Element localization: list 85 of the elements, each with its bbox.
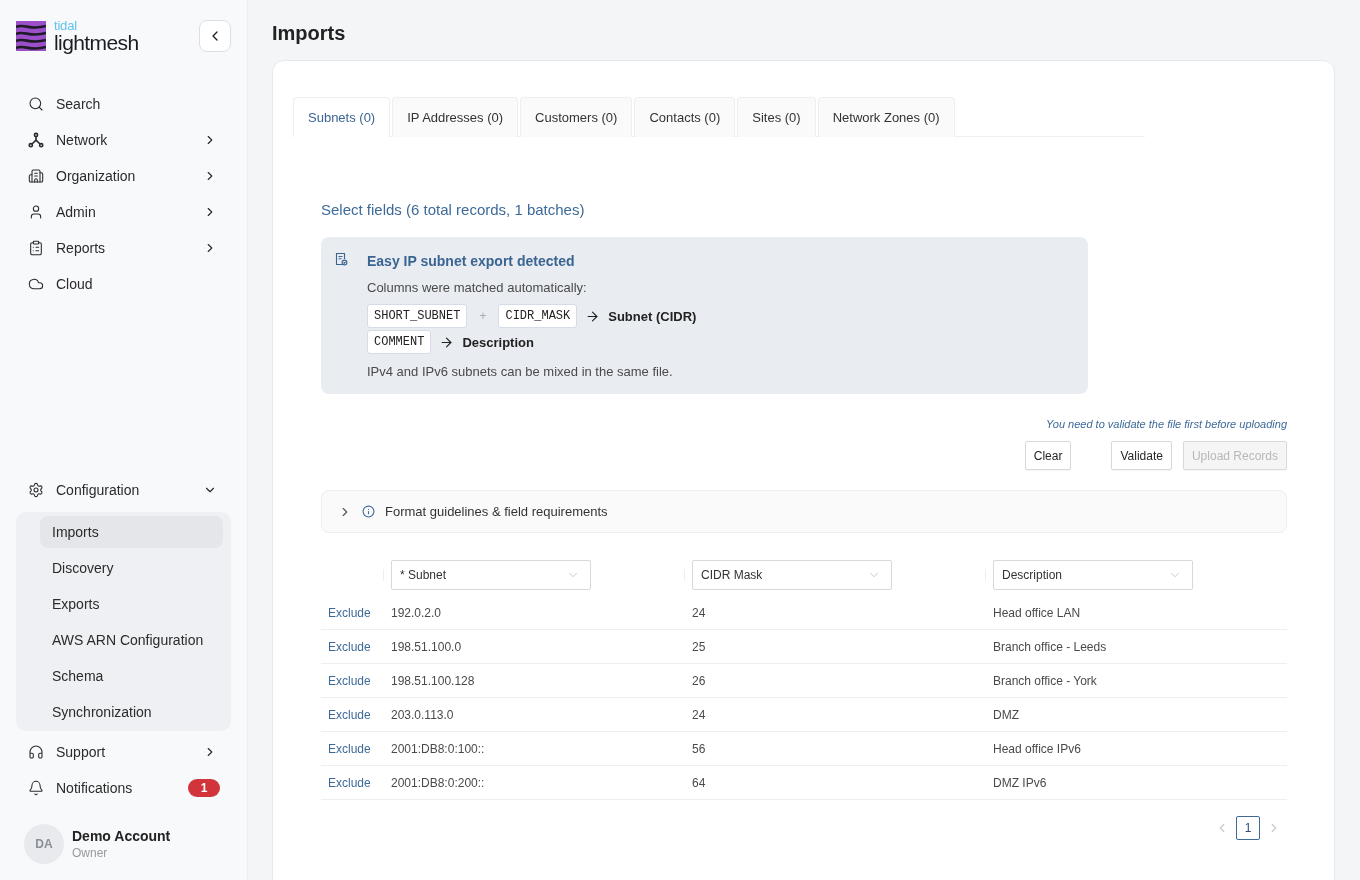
nav-item[interactable]: Organization	[16, 158, 231, 194]
table-cell-text: 198.51.100.0	[390, 639, 463, 654]
account-role: Owner	[72, 846, 109, 860]
action-button[interactable]: Clear	[1024, 441, 1072, 470]
exclude-link[interactable]: Exclude	[321, 605, 378, 620]
table-cell-text: Head office IPv6	[992, 741, 1082, 756]
notice-text: IPv4 and IPv6 subnets can be mixed in the same file.	[367, 364, 674, 380]
tab[interactable]: Subnets (0)	[293, 97, 391, 137]
page-title: Imports	[272, 21, 347, 46]
table-cell-text: 25	[691, 639, 707, 654]
table-cell-text: 24	[691, 707, 707, 722]
nav-item[interactable]: Reports	[16, 230, 231, 266]
column-select[interactable]: Description	[993, 560, 1193, 590]
column-code: SHORT_SUBNET	[367, 304, 468, 328]
table-cell-text: 2001:DB8:0:200::	[390, 775, 486, 790]
table-cell-text: DMZ	[992, 707, 1020, 722]
cloud-icon	[28, 276, 44, 292]
table-cell-text: 203.0.113.0	[390, 707, 455, 722]
notification-badge: 1	[188, 779, 220, 797]
mapping-target: Description	[462, 334, 534, 350]
nav-item[interactable]: Configuration	[16, 472, 231, 508]
settings-icon	[28, 482, 44, 498]
table-cell-text: Head office LAN	[992, 605, 1082, 620]
page-button[interactable]: 1	[1236, 816, 1260, 840]
table-cell-text: 64	[691, 775, 707, 790]
exclude-link[interactable]: Exclude	[321, 707, 378, 722]
table-cell-text: 198.51.100.128	[390, 673, 476, 688]
info-icon	[362, 505, 375, 518]
column-code: COMMENT	[367, 330, 432, 354]
document-check-icon	[334, 252, 348, 266]
table-cell-text: 26	[691, 673, 707, 688]
mapping-target: Subnet (CIDR)	[608, 308, 697, 324]
action-button[interactable]: Validate	[1111, 441, 1172, 470]
validation-hint: You need to validate the file first before uploading	[1046, 417, 1287, 431]
brand-name: lightmesh	[54, 31, 139, 53]
nav-item[interactable]: Network	[16, 122, 231, 158]
notice-text: Columns were matched automatically:	[367, 280, 588, 296]
table-cell-text: DMZ IPv6	[992, 775, 1048, 790]
exclude-link[interactable]: Exclude	[321, 741, 378, 756]
arrow-right-icon	[585, 308, 601, 324]
column-select[interactable]: CIDR Mask	[692, 560, 892, 590]
arrow-right-icon	[439, 334, 455, 350]
nav-item[interactable]: Search	[16, 86, 231, 122]
table-cell-text: 56	[691, 741, 707, 756]
submenu-item[interactable]: Imports	[40, 516, 223, 548]
tab[interactable]: Customers (0)	[520, 97, 633, 137]
nav-item[interactable]: Notifications 1	[16, 770, 231, 806]
table-cell-text: 24	[691, 605, 707, 620]
submenu-item[interactable]: Discovery	[40, 552, 223, 584]
table-cell-text: Branch office - Leeds	[992, 639, 1108, 654]
plus-sign: +	[479, 309, 487, 323]
column-select[interactable]: * Subnet	[391, 560, 591, 590]
submenu-item[interactable]: Schema	[40, 660, 223, 692]
table-cell-text: 2001:DB8:0:100::	[390, 741, 486, 756]
search-icon	[28, 96, 44, 112]
exclude-link[interactable]: Exclude	[321, 775, 378, 790]
section-heading: Select fields (6 total records, 1 batches)	[321, 200, 586, 220]
guidelines-accordion[interactable]: Format guidelines & field requirements	[321, 490, 1287, 533]
tab[interactable]: IP Addresses (0)	[392, 97, 519, 137]
table-cell-text: 192.0.2.0	[390, 605, 443, 620]
nav-item[interactable]: Admin	[16, 194, 231, 230]
nav-item[interactable]: Cloud	[16, 266, 231, 302]
clipboard-icon	[28, 240, 44, 256]
submenu-item[interactable]: AWS ARN Configuration	[40, 624, 223, 656]
column-code: CIDR_MASK	[498, 304, 578, 328]
tab[interactable]: Network Zones (0)	[817, 97, 955, 137]
table-cell-text: Branch office - York	[992, 673, 1098, 688]
exclude-link[interactable]: Exclude	[321, 673, 378, 688]
exclude-link[interactable]: Exclude	[321, 639, 378, 654]
submenu-item[interactable]: Exports	[40, 588, 223, 620]
nav-item[interactable]: Support	[16, 734, 231, 770]
tab[interactable]: Sites (0)	[737, 97, 816, 137]
submenu-item[interactable]: Synchronization	[40, 696, 223, 728]
building-icon	[28, 168, 44, 184]
nodes-icon	[28, 132, 44, 148]
notice-title: Easy IP subnet export detected	[367, 252, 576, 270]
user-icon	[28, 204, 44, 220]
account-name: Demo Account	[72, 828, 171, 844]
tab[interactable]: Contacts (0)	[634, 97, 736, 137]
avatar: DA	[24, 824, 64, 864]
brand-tagline: tidal	[54, 19, 78, 32]
collapse-sidebar-button[interactable]	[199, 20, 231, 52]
bell-icon	[28, 780, 44, 796]
headphones-icon	[28, 744, 44, 760]
logo-icon	[16, 21, 46, 51]
